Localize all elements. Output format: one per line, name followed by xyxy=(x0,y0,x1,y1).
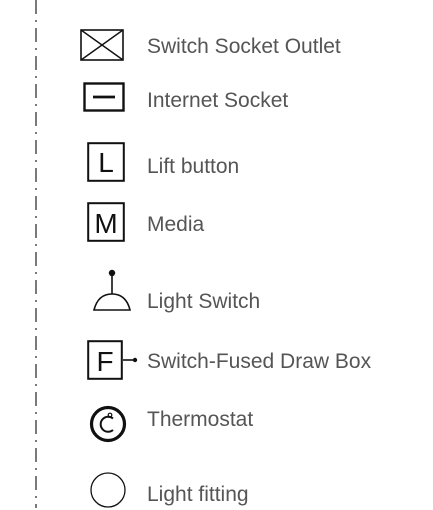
light-fitting-circle-icon xyxy=(90,472,126,508)
thermostat-icon xyxy=(89,405,127,443)
legend-row-switch-socket-outlet: Switch Socket Outlet xyxy=(0,26,433,66)
legend-row-light-fitting: Light fitting xyxy=(0,470,433,510)
media-icon: M xyxy=(87,202,125,242)
fused-draw-box-letter: F xyxy=(96,346,113,377)
legend-row-light-switch: Light Switch xyxy=(0,268,433,312)
legend-row-internet-socket: Internet Socket xyxy=(0,80,433,120)
media-letter: M xyxy=(94,208,117,239)
legend-label: Internet Socket xyxy=(147,89,289,112)
legend-label: Thermostat xyxy=(147,408,254,431)
legend-row-media: M Media xyxy=(0,202,433,242)
legend-row-switch-fused-draw-box: F Switch-Fused Draw Box xyxy=(0,340,433,380)
fused-draw-box-icon: F xyxy=(87,340,138,380)
light-switch-icon xyxy=(92,269,132,311)
legend-label: Media xyxy=(147,213,205,236)
lift-button-letter: L xyxy=(98,147,114,178)
legend-label: Light Switch xyxy=(147,290,261,313)
legend-canvas: Switch Socket Outlet Internet Socket L L… xyxy=(0,0,433,508)
legend-row-thermostat: Thermostat xyxy=(0,405,433,445)
legend-row-lift-button: L Lift button xyxy=(0,142,433,182)
legend-label: Switch-Fused Draw Box xyxy=(147,350,372,373)
lift-button-icon: L xyxy=(87,142,125,182)
crossed-box-icon xyxy=(80,29,124,61)
legend-label: Lift button xyxy=(147,155,240,178)
dash-box-icon xyxy=(83,82,125,112)
legend-label: Light fitting xyxy=(147,483,249,506)
legend-label: Switch Socket Outlet xyxy=(147,35,341,58)
